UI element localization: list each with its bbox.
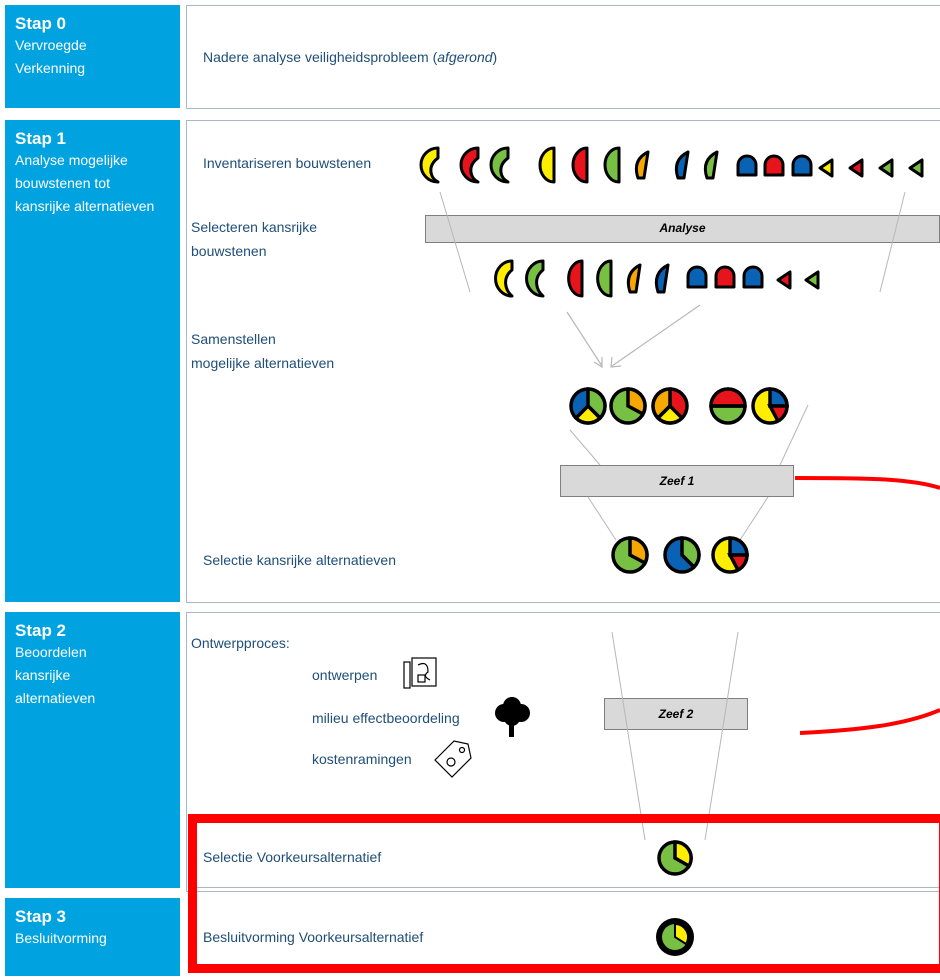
- selected-block-shape: [686, 265, 708, 289]
- building-block-shape: [634, 150, 650, 180]
- selected-block-shape: [567, 259, 584, 298]
- decision-alternative-pie: [656, 918, 694, 956]
- building-block-shape: [603, 146, 621, 184]
- diagram-graphics: [403, 146, 940, 956]
- building-block-shape: [763, 154, 785, 177]
- selected-block-shape: [525, 259, 545, 298]
- selected-block-shape: [742, 265, 764, 289]
- building-block-shape: [459, 146, 480, 184]
- building-block-shape: [489, 146, 510, 184]
- funnel-line: [587, 496, 617, 541]
- design-drawing-icon: [403, 657, 437, 689]
- building-block-shape: [419, 146, 440, 184]
- arrow-head: [593, 357, 603, 369]
- selected-block-shape: [596, 259, 613, 298]
- preferred-alternative-pie: [657, 840, 693, 876]
- funnel-line: [569, 429, 601, 466]
- building-block-shape: [908, 158, 924, 178]
- funnel-line: [739, 496, 769, 541]
- alternative-pie: [751, 387, 789, 425]
- selected-block-shape: [776, 270, 792, 290]
- kansrijk-alternative-pie: [711, 536, 749, 574]
- selected-block-shape: [714, 265, 736, 289]
- funnel-line: [704, 631, 739, 841]
- selected-block-shape: [494, 259, 514, 298]
- price-tag-icon: [434, 740, 472, 778]
- funnel-line: [611, 631, 646, 841]
- building-block-shape: [703, 150, 719, 180]
- building-block-shape: [674, 150, 690, 180]
- building-block-shape: [571, 146, 589, 184]
- funnel-line: [879, 191, 906, 293]
- tree-icon: [495, 697, 530, 737]
- arrow-line: [611, 304, 701, 367]
- highlight-divider: [197, 887, 939, 888]
- selected-block-shape: [804, 270, 820, 290]
- sieve2-red-connector: [799, 708, 940, 735]
- arrow-line: [566, 311, 603, 367]
- building-block-shape: [791, 154, 813, 177]
- building-block-shape: [878, 158, 894, 178]
- selected-block-shape: [626, 263, 642, 294]
- alternative-pie: [569, 387, 607, 425]
- sieve1-red-connector: [794, 476, 940, 490]
- alternative-pie: [609, 387, 647, 425]
- building-block-shape: [538, 146, 556, 184]
- building-block-shape: [736, 154, 758, 177]
- funnel-line: [439, 191, 471, 293]
- alternative-pie: [651, 387, 689, 425]
- kansrijk-alternative-pie: [663, 536, 701, 574]
- kansrijk-alternative-pie: [611, 536, 649, 574]
- alternative-pie: [709, 387, 747, 425]
- selected-block-shape: [654, 263, 670, 294]
- building-block-shape: [818, 158, 834, 178]
- building-block-shape: [848, 158, 864, 178]
